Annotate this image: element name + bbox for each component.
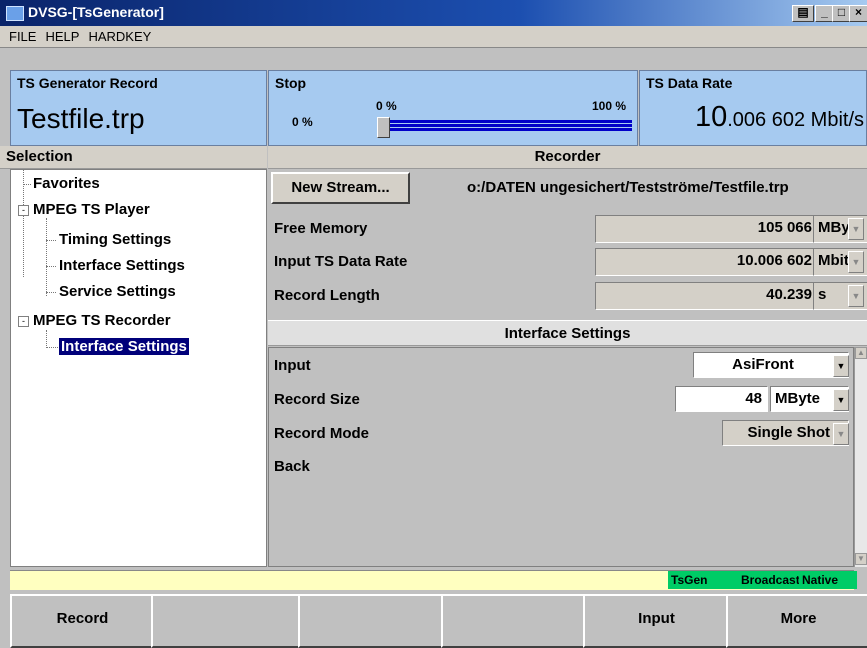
- stop-label: Stop: [275, 75, 307, 91]
- interface-settings-heading: Interface Settings: [268, 320, 867, 346]
- stream-path: o:/DATEN ungesichert/Testströme/Testfile…: [467, 179, 789, 196]
- menu-file[interactable]: FILE: [9, 29, 36, 44]
- record-file-name: Testfile.trp: [17, 103, 145, 134]
- rate-minor: .006 602 Mbit/s: [727, 109, 864, 131]
- collapse-icon[interactable]: -: [18, 316, 29, 327]
- new-stream-button[interactable]: New Stream...: [271, 172, 410, 204]
- back-label[interactable]: Back: [274, 458, 310, 475]
- chevron-down-icon: ▼: [848, 251, 864, 273]
- close-button[interactable]: ×: [849, 5, 867, 22]
- free-memory-label: Free Memory: [274, 220, 368, 237]
- input-select[interactable]: AsiFront: [693, 352, 849, 378]
- rate-value: 10.006 602 Mbit/s: [695, 101, 864, 134]
- record-softkey[interactable]: Record: [10, 594, 155, 648]
- progress-max-label: 100 %: [592, 99, 627, 113]
- stop-panel: Stop: [268, 70, 638, 146]
- tree-line: [46, 292, 56, 293]
- scroll-up-icon[interactable]: ▲: [855, 347, 867, 359]
- window-title: DVSG-[TsGenerator]: [28, 4, 164, 20]
- menu-help[interactable]: HELP: [45, 29, 79, 44]
- selection-tree: Favorites - MPEG TS Player Timing Settin…: [10, 169, 267, 567]
- progress-line-3: [377, 128, 632, 131]
- softkey-2[interactable]: [151, 594, 302, 648]
- tree-item-timing-settings[interactable]: Timing Settings: [59, 231, 171, 248]
- record-length-label: Record Length: [274, 287, 380, 304]
- data-rate-panel: TS Data Rate 10.006 602 Mbit/s: [639, 70, 867, 146]
- record-mode-label: Record Mode: [274, 425, 370, 442]
- record-size-input[interactable]: 48: [675, 386, 768, 412]
- rate-label: TS Data Rate: [646, 75, 733, 91]
- rate-major: 10: [694, 101, 728, 133]
- tree-line: [23, 184, 31, 185]
- chevron-down-icon[interactable]: ▼: [833, 423, 849, 445]
- input-label: Input: [274, 357, 311, 374]
- title-bar: DVSG-[TsGenerator] ▤ _ □ ×: [0, 0, 867, 26]
- softkey-4[interactable]: [441, 594, 587, 648]
- tree-line: [23, 170, 24, 277]
- tree-line: [46, 240, 56, 241]
- tree-item-interface-settings[interactable]: Interface Settings: [59, 257, 185, 274]
- collapse-icon[interactable]: -: [18, 205, 29, 216]
- interface-settings-panel: [268, 347, 854, 567]
- progress-left-label: 0 %: [292, 115, 313, 129]
- record-file-panel: TS Generator Record Testfile.trp: [10, 70, 267, 146]
- selection-heading: Selection: [0, 146, 267, 169]
- input-select-value: AsiFront: [732, 356, 794, 373]
- input-rate-label: Input TS Data Rate: [274, 253, 408, 270]
- status-broadcast: Broadcast: [738, 571, 803, 589]
- tree-item-service-settings[interactable]: Service Settings: [59, 283, 176, 300]
- tree-item-mpeg-ts-player[interactable]: MPEG TS Player: [33, 201, 150, 218]
- record-mode-value: Single Shot: [747, 424, 831, 441]
- tree-line: [46, 266, 56, 267]
- tree-item-recorder-interface-settings[interactable]: Interface Settings: [59, 338, 189, 355]
- tree-line: [46, 218, 47, 296]
- tree-item-mpeg-ts-recorder[interactable]: MPEG TS Recorder: [33, 312, 171, 329]
- chevron-down-icon: ▼: [848, 218, 864, 240]
- scrollbar[interactable]: ▲ ▼: [854, 347, 867, 567]
- more-softkey[interactable]: More: [726, 594, 867, 648]
- progress-line-1: [377, 120, 632, 123]
- chevron-down-icon[interactable]: ▼: [833, 355, 849, 377]
- progress-slider[interactable]: [377, 117, 390, 138]
- progress-line-2: [377, 124, 632, 127]
- record-size-label: Record Size: [274, 391, 360, 408]
- tree-line: [46, 330, 47, 348]
- record-length-unit-text: s: [818, 286, 827, 303]
- chevron-down-icon: ▼: [848, 285, 864, 307]
- free-memory-value: 105 066: [595, 215, 819, 243]
- tree-item-favorites[interactable]: Favorites: [33, 175, 100, 192]
- chevron-down-icon[interactable]: ▼: [833, 389, 849, 411]
- app-icon: [6, 6, 24, 21]
- softkey-3[interactable]: [298, 594, 445, 648]
- record-label: TS Generator Record: [17, 75, 158, 91]
- record-mode-select[interactable]: Single Shot: [722, 420, 849, 446]
- menu-bar: FILE HELP HARDKEY: [0, 26, 867, 48]
- progress-min-label: 0 %: [376, 99, 397, 113]
- menu-hardkey[interactable]: HARDKEY: [88, 29, 151, 44]
- record-size-unit-value: MByte: [775, 390, 821, 407]
- record-length-value: 40.239: [595, 282, 819, 310]
- input-rate-value: 10.006 602: [595, 248, 819, 276]
- status-tsgen: TsGen: [668, 571, 739, 589]
- input-softkey[interactable]: Input: [583, 594, 730, 648]
- print-icon[interactable]: ▤: [792, 5, 814, 22]
- status-native: Native: [799, 571, 857, 589]
- scroll-down-icon[interactable]: ▼: [855, 553, 867, 565]
- tree-line: [46, 347, 58, 348]
- recorder-heading: Recorder: [268, 146, 867, 169]
